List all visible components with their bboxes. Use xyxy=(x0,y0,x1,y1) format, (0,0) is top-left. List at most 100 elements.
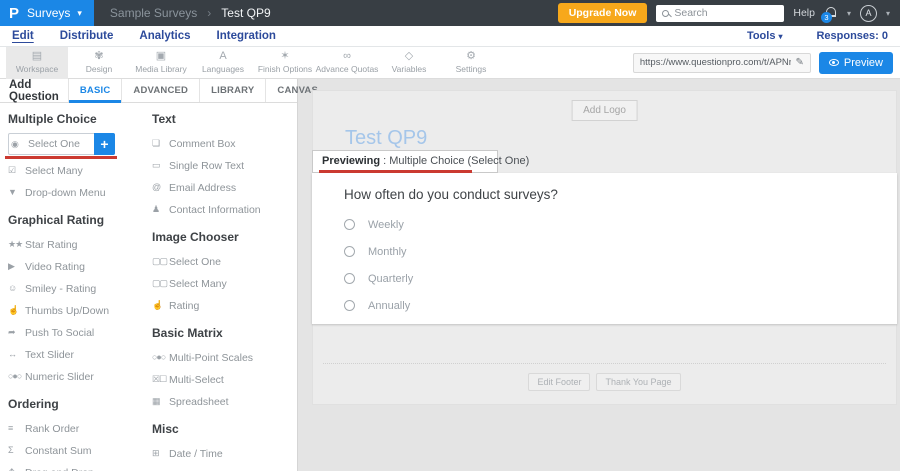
edit-url-icon[interactable]: ✎ xyxy=(795,57,803,68)
toolbar-item-label: Languages xyxy=(202,64,244,74)
search-input[interactable] xyxy=(674,7,778,19)
tools-menu[interactable]: Tools ▾ xyxy=(747,30,783,42)
preview-button[interactable]: Preview xyxy=(819,52,893,74)
panel-tab[interactable]: BASIC xyxy=(68,79,122,102)
section-title: Text xyxy=(152,112,297,126)
question-type-item[interactable]: ↔ Text Slider xyxy=(8,344,142,365)
image-select-many-icon: ▢▢ xyxy=(152,279,169,288)
toolbar-item-label: Finish Options xyxy=(258,64,312,74)
smiley-rating-icon: ☺ xyxy=(8,284,25,293)
chevron-down-icon[interactable]: ▾ xyxy=(847,9,851,18)
panel-tabs: BASICADVANCEDLIBRARYCANVAS xyxy=(68,79,329,102)
option-label: Annually xyxy=(368,300,410,312)
answer-option[interactable]: Quarterly xyxy=(344,265,865,292)
image-rating-icon: ☝ xyxy=(152,301,169,310)
question-type-item[interactable]: ○●○ Multi-Point Scales xyxy=(152,347,297,368)
answer-option[interactable]: Annually xyxy=(344,292,865,319)
question-type-item[interactable]: ▭ Single Row Text xyxy=(152,155,297,176)
survey-url: https://www.questionpro.com/t/APNrfZ xyxy=(640,57,792,68)
question-type-item[interactable]: @ Email Address xyxy=(152,177,297,198)
question-type-item[interactable]: ♟ Contact Information xyxy=(152,199,297,220)
option-label: Monthly xyxy=(368,246,407,258)
help-link[interactable]: Help xyxy=(793,7,815,19)
footer-button[interactable]: Edit Footer xyxy=(528,373,590,391)
question-type-item[interactable]: ≡ Rank Order xyxy=(8,418,142,439)
question-type-item[interactable]: ★★ Star Rating xyxy=(8,234,142,255)
add-select-one-button[interactable]: + xyxy=(94,133,115,155)
question-type-item[interactable]: ◉ Select One + xyxy=(8,133,115,155)
question-type-label: Single Row Text xyxy=(169,160,244,172)
surveys-menu-label: Surveys xyxy=(27,6,70,20)
question-type-item[interactable]: ▦ Spreadsheet xyxy=(152,391,297,412)
nav-link[interactable]: Analytics xyxy=(139,30,190,42)
question-type-item[interactable]: ☝ Rating xyxy=(152,295,297,316)
option-label: Quarterly xyxy=(368,273,413,285)
nav-link[interactable]: Distribute xyxy=(60,30,114,42)
survey-title[interactable]: Test QP9 xyxy=(345,127,427,150)
thumbs-up-down-icon: ☝ xyxy=(8,306,25,315)
search-box[interactable] xyxy=(656,5,784,22)
toolbar-item[interactable]: A Languages xyxy=(192,47,254,79)
toolbar-item[interactable]: ✶ Finish Options xyxy=(254,47,316,79)
toolbar-item[interactable]: ✾ Design xyxy=(68,47,130,79)
question-type-item[interactable]: ▢▢ Select One xyxy=(152,251,297,272)
toolbar-item[interactable]: ▤ Workspace xyxy=(6,47,68,79)
panel-tabs-row: Add Question BASICADVANCEDLIBRARYCANVAS … xyxy=(0,79,297,103)
responses-count[interactable]: Responses: 0 xyxy=(816,30,888,42)
breadcrumb: Sample Surveys › Test QP9 xyxy=(110,6,271,20)
toolbar-item[interactable]: ▣ Media Library xyxy=(130,47,192,79)
radio-icon[interactable] xyxy=(344,273,355,284)
toolbar-item-label: Workspace xyxy=(16,64,58,74)
star-rating-icon: ★★ xyxy=(8,240,25,249)
numeric-slider-icon: ○●○ xyxy=(8,372,25,381)
question-type-item[interactable]: ▶ Video Rating xyxy=(8,256,142,277)
question-type-item[interactable]: ☒☐ Multi-Select xyxy=(152,369,297,390)
toolbar-item[interactable]: ◇ Variables xyxy=(378,47,440,79)
footer-button[interactable]: Thank You Page xyxy=(596,373,680,391)
panel-tab[interactable]: ADVANCED xyxy=(121,79,199,102)
previewing-label: Previewing xyxy=(322,155,380,167)
question-type-item[interactable]: ✥ Drag and Drop xyxy=(8,462,142,471)
settings-icon: ⚙ xyxy=(466,51,476,62)
radio-icon[interactable] xyxy=(344,300,355,311)
workspace-icon: ▤ xyxy=(32,51,42,62)
nav-link[interactable]: Edit xyxy=(12,30,34,42)
notifications-button[interactable]: 3 xyxy=(824,6,838,20)
panel-tab[interactable]: LIBRARY xyxy=(199,79,265,102)
questionpro-logo-icon: P xyxy=(9,5,18,22)
question-type-item[interactable]: ▢▢ Select Many xyxy=(152,273,297,294)
question-type-label: Star Rating xyxy=(25,239,78,251)
question-type-label: Constant Sum xyxy=(25,445,92,457)
question-type-item[interactable]: ➦ Push To Social xyxy=(8,322,142,343)
question-type-item[interactable]: ☺ Smiley - Rating xyxy=(8,278,142,299)
answer-option[interactable]: Weekly xyxy=(344,211,865,238)
question-text[interactable]: How often do you conduct surveys? xyxy=(344,187,865,202)
single-row-text-icon: ▭ xyxy=(152,161,169,170)
question-type-item[interactable]: Σ Constant Sum xyxy=(8,440,142,461)
add-logo-button[interactable]: Add Logo xyxy=(571,100,638,121)
surveys-menu-button[interactable]: P Surveys ▾ xyxy=(0,0,94,26)
radio-icon[interactable] xyxy=(344,246,355,257)
avatar[interactable]: A xyxy=(860,5,877,22)
question-type-item[interactable]: ▼ Drop-down Menu xyxy=(8,182,142,203)
question-type-item[interactable]: ⊞ Date / Time xyxy=(152,443,297,464)
question-type-item[interactable]: ○●○ Numeric Slider xyxy=(8,366,142,387)
chevron-down-icon[interactable]: ▾ xyxy=(886,9,890,18)
toolbar-item[interactable]: ⚙ Settings xyxy=(440,47,502,79)
drop-down-menu-icon: ▼ xyxy=(8,188,25,197)
breadcrumb-sample-surveys[interactable]: Sample Surveys xyxy=(110,6,197,20)
question-type-label: Comment Box xyxy=(169,138,236,150)
upgrade-now-button[interactable]: Upgrade Now xyxy=(558,3,648,23)
question-type-item[interactable]: ☑ Select Many xyxy=(8,160,142,181)
nav-link[interactable]: Integration xyxy=(217,30,276,42)
question-type-item[interactable]: ☝ Thumbs Up/Down xyxy=(8,300,142,321)
toolbar-item[interactable]: ∞ Advance Quotas xyxy=(316,47,378,79)
answer-option[interactable]: Monthly xyxy=(344,238,865,265)
radio-icon[interactable] xyxy=(344,219,355,230)
survey-url-field[interactable]: https://www.questionpro.com/t/APNrfZ ✎ xyxy=(633,53,811,73)
section-title: Basic Matrix xyxy=(152,326,297,340)
preview-label: Preview xyxy=(844,57,883,69)
question-type-item[interactable]: ❏ Comment Box xyxy=(152,133,297,154)
question-type-item[interactable]: ⌨ Captcha xyxy=(152,465,297,471)
media-library-icon: ▣ xyxy=(156,51,166,62)
